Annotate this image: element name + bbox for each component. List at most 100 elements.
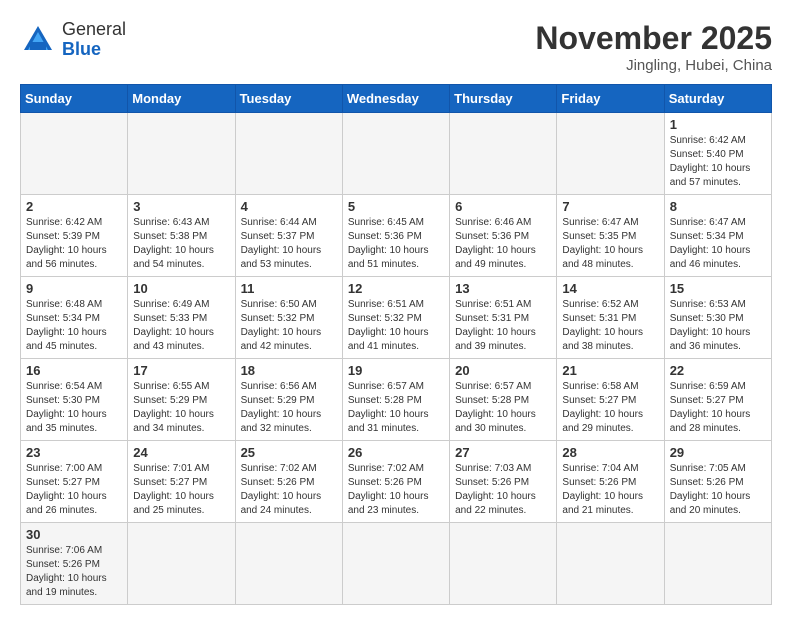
weekday-header-monday: Monday <box>128 85 235 113</box>
calendar-cell: 25Sunrise: 7:02 AMSunset: 5:26 PMDayligh… <box>235 441 342 523</box>
day-number: 11 <box>241 281 337 296</box>
calendar-cell <box>128 113 235 195</box>
day-number: 10 <box>133 281 229 296</box>
calendar-week-2: 9 Sunrise: 6:48 AMSunset: 5:34 PMDaylight… <box>21 277 772 359</box>
calendar-cell: 15Sunrise: 6:53 AMSunset: 5:30 PMDayligh… <box>664 277 771 359</box>
calendar-cell: 18 Sunrise: 6:56 AMSunset: 5:29 PMDayligh… <box>235 359 342 441</box>
day-number: 9 <box>26 281 122 296</box>
day-number: 26 <box>348 445 444 460</box>
day-number: 28 <box>562 445 658 460</box>
day-info: Sunrise: 6:42 AMSunset: 5:40 PMDaylight:… <box>670 134 766 190</box>
day-info: Sunrise: 6:46 AMSunset: 5:36 PMDaylight:… <box>455 216 551 272</box>
calendar-cell: 3Sunrise: 6:43 AMSunset: 5:38 PMDaylight… <box>128 195 235 277</box>
calendar-cell <box>21 113 128 195</box>
day-number: 24 <box>133 445 229 460</box>
weekday-row: SundayMondayTuesdayWednesdayThursdayFrid… <box>21 85 772 113</box>
weekday-header-saturday: Saturday <box>664 85 771 113</box>
weekday-header-thursday: Thursday <box>450 85 557 113</box>
day-info: Sunrise: 6:54 AMSunset: 5:30 PMDaylight:… <box>26 380 122 436</box>
calendar-week-0: 1 Sunrise: 6:42 AMSunset: 5:40 PMDaylight… <box>21 113 772 195</box>
day-info: Sunrise: 6:47 AMSunset: 5:34 PMDaylight:… <box>670 216 766 272</box>
day-info: Sunrise: 6:45 AMSunset: 5:36 PMDaylight:… <box>348 216 444 272</box>
day-number: 13 <box>455 281 551 296</box>
calendar-cell: 5 Sunrise: 6:45 AMSunset: 5:36 PMDaylight… <box>342 195 449 277</box>
day-info: Sunrise: 6:44 AMSunset: 5:37 PMDaylight:… <box>241 216 337 272</box>
day-number: 1 <box>670 117 766 132</box>
day-number: 2 <box>26 199 122 214</box>
day-info: Sunrise: 7:03 AMSunset: 5:26 PMDaylight:… <box>455 462 551 518</box>
calendar-cell: 28 Sunrise: 7:04 AMSunset: 5:26 PMDayligh… <box>557 441 664 523</box>
calendar-cell: 11 Sunrise: 6:50 AMSunset: 5:32 PMDayligh… <box>235 277 342 359</box>
day-number: 14 <box>562 281 658 296</box>
weekday-header-sunday: Sunday <box>21 85 128 113</box>
day-info: Sunrise: 6:52 AMSunset: 5:31 PMDaylight:… <box>562 298 658 354</box>
day-number: 16 <box>26 363 122 378</box>
calendar-cell <box>235 523 342 605</box>
calendar-cell: 1 Sunrise: 6:42 AMSunset: 5:40 PMDaylight… <box>664 113 771 195</box>
title-block: November 2025 Jingling, Hubei, China <box>535 20 772 74</box>
day-info: Sunrise: 7:05 AMSunset: 5:26 PMDaylight:… <box>670 462 766 518</box>
location: Jingling, Hubei, China <box>535 57 772 74</box>
day-info: Sunrise: 6:50 AMSunset: 5:32 PMDaylight:… <box>241 298 337 354</box>
logo-blue: Blue <box>62 39 101 59</box>
calendar-cell: 24 Sunrise: 7:01 AMSunset: 5:27 PMDayligh… <box>128 441 235 523</box>
calendar-cell: 19 Sunrise: 6:57 AMSunset: 5:28 PMDayligh… <box>342 359 449 441</box>
day-info: Sunrise: 6:59 AMSunset: 5:27 PMDaylight:… <box>670 380 766 436</box>
calendar-cell: 2 Sunrise: 6:42 AMSunset: 5:39 PMDaylight… <box>21 195 128 277</box>
calendar-week-1: 2 Sunrise: 6:42 AMSunset: 5:39 PMDaylight… <box>21 195 772 277</box>
calendar-body: 1 Sunrise: 6:42 AMSunset: 5:40 PMDaylight… <box>21 113 772 605</box>
day-info: Sunrise: 6:55 AMSunset: 5:29 PMDaylight:… <box>133 380 229 436</box>
calendar-cell: 8 Sunrise: 6:47 AMSunset: 5:34 PMDaylight… <box>664 195 771 277</box>
calendar-cell: 26Sunrise: 7:02 AMSunset: 5:26 PMDayligh… <box>342 441 449 523</box>
day-number: 21 <box>562 363 658 378</box>
calendar-table: SundayMondayTuesdayWednesdayThursdayFrid… <box>20 84 772 605</box>
calendar-cell: 12 Sunrise: 6:51 AMSunset: 5:32 PMDayligh… <box>342 277 449 359</box>
calendar-cell: 23 Sunrise: 7:00 AMSunset: 5:27 PMDayligh… <box>21 441 128 523</box>
calendar-cell: 27 Sunrise: 7:03 AMSunset: 5:26 PMDayligh… <box>450 441 557 523</box>
weekday-header-tuesday: Tuesday <box>235 85 342 113</box>
day-number: 7 <box>562 199 658 214</box>
calendar-cell <box>450 113 557 195</box>
day-info: Sunrise: 6:47 AMSunset: 5:35 PMDaylight:… <box>562 216 658 272</box>
day-number: 18 <box>241 363 337 378</box>
day-info: Sunrise: 7:01 AMSunset: 5:27 PMDaylight:… <box>133 462 229 518</box>
day-info: Sunrise: 6:48 AMSunset: 5:34 PMDaylight:… <box>26 298 122 354</box>
calendar-cell: 4Sunrise: 6:44 AMSunset: 5:37 PMDaylight… <box>235 195 342 277</box>
logo-icon <box>20 22 56 58</box>
day-number: 5 <box>348 199 444 214</box>
day-info: Sunrise: 6:57 AMSunset: 5:28 PMDaylight:… <box>348 380 444 436</box>
calendar-cell <box>342 523 449 605</box>
calendar-cell <box>235 113 342 195</box>
calendar-cell: 16 Sunrise: 6:54 AMSunset: 5:30 PMDayligh… <box>21 359 128 441</box>
calendar-week-5: 30Sunrise: 7:06 AMSunset: 5:26 PMDayligh… <box>21 523 772 605</box>
day-number: 3 <box>133 199 229 214</box>
logo-text: General Blue <box>62 20 126 60</box>
day-number: 22 <box>670 363 766 378</box>
day-info: Sunrise: 6:51 AMSunset: 5:32 PMDaylight:… <box>348 298 444 354</box>
calendar-cell: 7 Sunrise: 6:47 AMSunset: 5:35 PMDaylight… <box>557 195 664 277</box>
day-info: Sunrise: 6:49 AMSunset: 5:33 PMDaylight:… <box>133 298 229 354</box>
weekday-header-wednesday: Wednesday <box>342 85 449 113</box>
day-info: Sunrise: 7:04 AMSunset: 5:26 PMDaylight:… <box>562 462 658 518</box>
calendar-cell <box>557 113 664 195</box>
calendar-cell: 21Sunrise: 6:58 AMSunset: 5:27 PMDayligh… <box>557 359 664 441</box>
calendar-cell <box>664 523 771 605</box>
day-info: Sunrise: 6:53 AMSunset: 5:30 PMDaylight:… <box>670 298 766 354</box>
calendar-week-3: 16 Sunrise: 6:54 AMSunset: 5:30 PMDayligh… <box>21 359 772 441</box>
day-number: 8 <box>670 199 766 214</box>
day-info: Sunrise: 6:42 AMSunset: 5:39 PMDaylight:… <box>26 216 122 272</box>
day-info: Sunrise: 7:02 AMSunset: 5:26 PMDaylight:… <box>241 462 337 518</box>
day-info: Sunrise: 7:00 AMSunset: 5:27 PMDaylight:… <box>26 462 122 518</box>
day-number: 27 <box>455 445 551 460</box>
day-number: 23 <box>26 445 122 460</box>
calendar-cell: 30Sunrise: 7:06 AMSunset: 5:26 PMDayligh… <box>21 523 128 605</box>
day-number: 17 <box>133 363 229 378</box>
page-header: General Blue November 2025 Jingling, Hub… <box>20 20 772 74</box>
calendar-header: SundayMondayTuesdayWednesdayThursdayFrid… <box>21 85 772 113</box>
day-info: Sunrise: 7:06 AMSunset: 5:26 PMDaylight:… <box>26 544 122 600</box>
day-number: 19 <box>348 363 444 378</box>
day-number: 6 <box>455 199 551 214</box>
day-info: Sunrise: 6:56 AMSunset: 5:29 PMDaylight:… <box>241 380 337 436</box>
day-number: 12 <box>348 281 444 296</box>
calendar-cell <box>557 523 664 605</box>
